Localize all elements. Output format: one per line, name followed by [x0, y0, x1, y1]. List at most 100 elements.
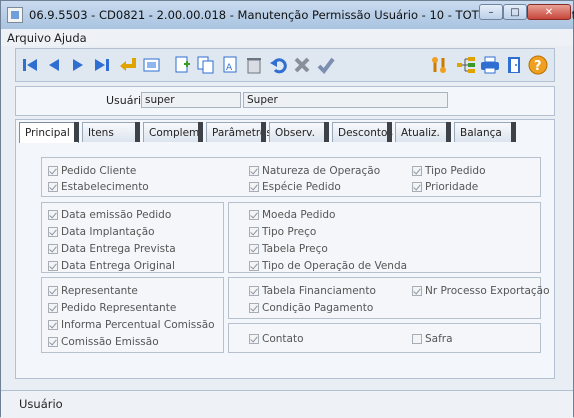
tab-principal[interactable]: Principal [19, 122, 79, 143]
checkbox-data-entrega-prevista[interactable]: Data Entrega Prevista [48, 243, 176, 255]
help-icon[interactable]: ? [528, 55, 548, 75]
confirm-icon[interactable] [316, 55, 336, 75]
checkbox-comissao-emissao[interactable]: Comissão Emissão [48, 336, 159, 348]
goto-icon[interactable] [118, 55, 138, 75]
checkbox-label: Tipo Preço [262, 226, 317, 238]
tab-label: Observ. [275, 127, 315, 139]
tree-icon[interactable] [456, 55, 476, 75]
tab-balanca[interactable]: Balança [454, 122, 516, 142]
maximize-button[interactable]: □ [503, 4, 527, 20]
print-icon[interactable] [480, 55, 500, 75]
app-icon [7, 7, 23, 23]
tab-observ[interactable]: Observ. [269, 122, 329, 142]
checkbox-box [249, 261, 259, 271]
menu-ajuda[interactable]: Ajuda [54, 31, 87, 45]
checkbox-label: Comissão Emissão [61, 336, 159, 348]
checkbox-label: Data Implantação [61, 226, 155, 238]
close-button[interactable]: ✕ [527, 4, 571, 20]
checkbox-box [249, 210, 259, 220]
undo-icon[interactable] [268, 55, 288, 75]
user-code-field[interactable]: super [141, 92, 241, 108]
checkbox-box [48, 244, 58, 254]
checkbox-box [48, 261, 58, 271]
menu-arquivo[interactable]: Arquivo [7, 31, 51, 45]
checkbox-contato[interactable]: Contato [249, 333, 304, 345]
tab-complem[interactable]: Complem. [143, 122, 203, 142]
checkbox-box [48, 166, 58, 176]
checkbox-pedido-cliente[interactable]: Pedido Cliente [48, 165, 136, 177]
checkbox-label: Estabelecimento [61, 181, 149, 193]
checkbox-estabelecimento[interactable]: Estabelecimento [48, 181, 149, 193]
tab-shadow [135, 122, 140, 142]
checkbox-tipo-pedido[interactable]: Tipo Pedido [412, 165, 486, 177]
menu-bar: Arquivo Ajuda [1, 29, 573, 46]
checkbox-box [249, 227, 259, 237]
checkbox-label: Pedido Representante [61, 302, 177, 314]
checkbox-prioridade[interactable]: Prioridade [412, 181, 478, 193]
delete-icon[interactable] [244, 55, 264, 75]
tab-itens[interactable]: Itens [82, 122, 140, 142]
title-bar[interactable]: 06.9.5503 - CD0821 - 2.00.00.018 - Manut… [1, 1, 574, 30]
status-text: Usuário [19, 397, 63, 411]
checkbox-label: Nr Processo Exportação [425, 285, 550, 297]
tab-shadow [198, 122, 203, 142]
tab-atualiz[interactable]: Atualiz. [395, 122, 451, 142]
checkbox-box [249, 182, 259, 192]
tab-descontos[interactable]: Descontos [332, 122, 393, 142]
next-record-icon[interactable] [68, 55, 88, 75]
tab-shadow [324, 122, 329, 142]
tools-icon[interactable] [430, 55, 450, 75]
checkbox-data-implantacao[interactable]: Data Implantação [48, 226, 155, 238]
checkbox-tabela-preco[interactable]: Tabela Preço [249, 243, 328, 255]
checkbox-tipo-operacao-venda[interactable]: Tipo de Operação de Venda [249, 260, 407, 272]
checkbox-tipo-preco[interactable]: Tipo Preço [249, 226, 316, 238]
tab-shadow [74, 122, 79, 142]
edit-record-icon[interactable]: A [220, 55, 240, 75]
application-window: 06.9.5503 - CD0821 - 2.00.00.018 - Manut… [0, 0, 574, 418]
checkbox-condicao-pagamento[interactable]: Condição Pagamento [249, 302, 373, 314]
checkbox-data-entrega-original[interactable]: Data Entrega Original [48, 260, 175, 272]
checkbox-box [249, 303, 259, 313]
cancel-icon[interactable] [292, 55, 312, 75]
checkbox-label: Data emissão Pedido [61, 209, 172, 221]
checkbox-label: Representante [61, 285, 138, 297]
checkbox-label: Tabela Preço [262, 243, 328, 255]
checkbox-box [48, 227, 58, 237]
checkbox-label: Moeda Pedido [262, 209, 336, 221]
checkbox-tabela-financiamento[interactable]: Tabela Financiamento [249, 285, 376, 297]
exit-icon[interactable] [504, 55, 524, 75]
previous-record-icon[interactable] [44, 55, 64, 75]
checkbox-box [48, 286, 58, 296]
checkbox-box [412, 334, 422, 344]
checkbox-box [412, 182, 422, 192]
last-record-icon[interactable] [92, 55, 112, 75]
checkbox-box [48, 320, 58, 330]
tab-shadow [261, 122, 266, 142]
checkbox-box [48, 303, 58, 313]
toolbar: A ? [15, 48, 555, 82]
copy-record-icon[interactable] [196, 55, 216, 75]
checkbox-pedido-representante[interactable]: Pedido Representante [48, 302, 176, 314]
minimize-button[interactable]: – [479, 4, 503, 20]
checkbox-representante[interactable]: Representante [48, 285, 138, 297]
search-icon[interactable] [142, 55, 162, 75]
user-name-field[interactable]: Super [243, 92, 448, 108]
checkbox-box [48, 182, 58, 192]
checkbox-informa-percentual-comissao[interactable]: Informa Percentual Comissão [48, 319, 215, 331]
checkbox-safra[interactable]: Safra [412, 333, 453, 345]
checkbox-box [48, 210, 58, 220]
checkbox-nr-processo-exportacao[interactable]: Nr Processo Exportação [412, 285, 550, 297]
checkbox-data-emissao-pedido[interactable]: Data emissão Pedido [48, 209, 171, 221]
first-record-icon[interactable] [20, 55, 40, 75]
checkbox-moeda-pedido[interactable]: Moeda Pedido [249, 209, 335, 221]
checkbox-natureza-operacao[interactable]: Natureza de Operação [249, 165, 380, 177]
checkbox-label: Tabela Financiamento [262, 285, 376, 297]
checkbox-label: Condição Pagamento [262, 302, 374, 314]
new-record-icon[interactable] [172, 55, 192, 75]
checkbox-label: Safra [425, 333, 453, 345]
checkbox-label: Tipo de Operação de Venda [262, 260, 408, 272]
checkbox-box [249, 244, 259, 254]
tab-parametros[interactable]: Parâmetros [206, 122, 272, 142]
checkbox-especie-pedido[interactable]: Espécie Pedido [249, 181, 341, 193]
checkbox-box [412, 286, 422, 296]
